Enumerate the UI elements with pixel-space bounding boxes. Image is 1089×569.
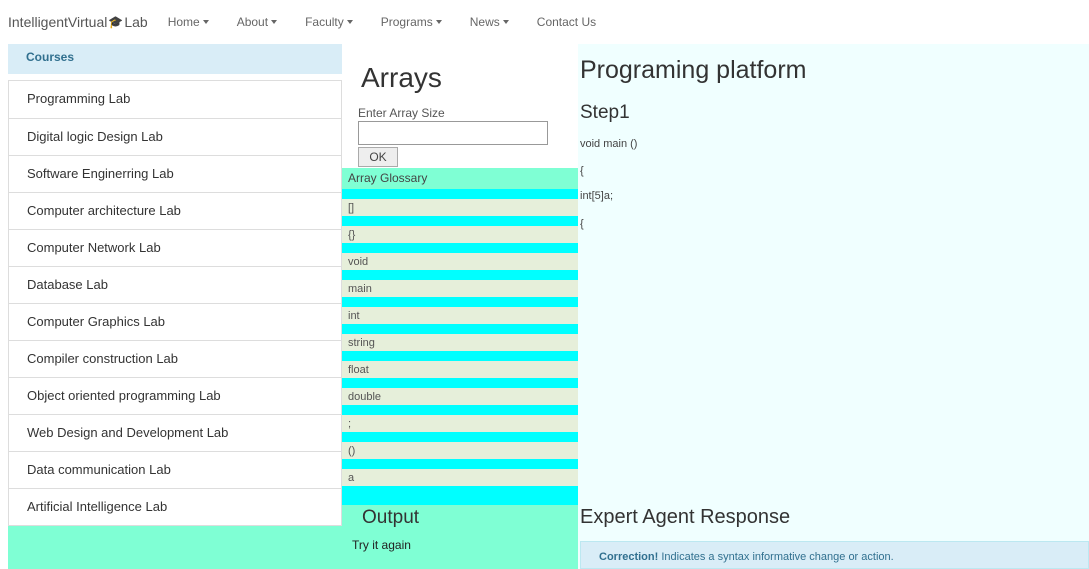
navbar: IntelligentVirtual 🎓 Lab Home About Facu… (0, 0, 1089, 44)
courses-heading: Courses (8, 44, 342, 74)
courses-list: Programming Lab Digital logic Design Lab… (8, 80, 342, 526)
array-size-label: Enter Array Size (358, 106, 445, 120)
output-text: Try it again (352, 538, 411, 552)
sidebar-item-digital-logic-lab[interactable]: Digital logic Design Lab (9, 118, 341, 155)
glossary-title: Array Glossary (342, 168, 578, 189)
glossary-item-void[interactable]: void (342, 253, 578, 270)
nav-programs[interactable]: Programs (381, 15, 442, 29)
sidebar-item-oop-lab[interactable]: Object oriented programming Lab (9, 377, 341, 414)
sidebar-item-ai-lab[interactable]: Artificial Intelligence Lab (9, 488, 341, 525)
nav-news[interactable]: News (470, 15, 509, 29)
sidebar-footer-panel (8, 520, 342, 569)
glossary-item-a[interactable]: a (342, 469, 578, 486)
correction-alert: Correction! Indicates a syntax informati… (580, 541, 1089, 569)
sidebar-item-software-engineering-lab[interactable]: Software Enginerring Lab (9, 155, 341, 192)
sidebar-item-programming-lab[interactable]: Programming Lab (9, 81, 341, 118)
array-size-input[interactable] (358, 121, 548, 145)
programming-platform: Programing platform Step1 void main () {… (578, 44, 1089, 569)
caret-down-icon (271, 20, 278, 24)
glossary-item-double[interactable]: double (342, 388, 578, 405)
glossary-item-int[interactable]: int (342, 307, 578, 324)
glossary-item-semicolon[interactable]: ; (342, 415, 578, 432)
glossary-item-string[interactable]: string (342, 334, 578, 351)
glossary-item-main[interactable]: main (342, 280, 578, 297)
sidebar-item-compiler-construction-lab[interactable]: Compiler construction Lab (9, 340, 341, 377)
nav-programs-label: Programs (380, 15, 433, 29)
glossary-item-braces[interactable]: {} (342, 226, 578, 243)
output-panel: Output Try it again (342, 505, 578, 569)
sidebar-item-computer-graphics-lab[interactable]: Computer Graphics Lab (9, 303, 341, 340)
brand-text-left: IntelligentVirtual (8, 14, 108, 30)
platform-title: Programing platform (580, 56, 807, 84)
sidebar-item-computer-network-lab[interactable]: Computer Network Lab (9, 229, 341, 266)
ok-button[interactable]: OK (358, 147, 398, 167)
nav-menu: Home About Faculty Programs News Contact… (168, 15, 624, 29)
caret-down-icon (435, 20, 442, 24)
array-glossary: Array Glossary [] {} void main int strin… (342, 168, 578, 505)
glossary-item-parentheses[interactable]: () (342, 442, 578, 459)
nav-home-label: Home (167, 15, 200, 29)
sidebar-item-computer-architecture-lab[interactable]: Computer architecture Lab (9, 192, 341, 229)
caret-down-icon (202, 20, 209, 24)
brand-text-right: Lab (124, 14, 148, 30)
step-title: Step1 (580, 102, 630, 123)
nav-about-label: About (236, 15, 269, 29)
nav-home[interactable]: Home (168, 15, 209, 29)
glossary-item-brackets[interactable]: [] (342, 199, 578, 216)
output-title: Output (362, 507, 420, 528)
sidebar-item-web-design-lab[interactable]: Web Design and Development Lab (9, 414, 341, 451)
nav-contact-us-label: Contact Us (536, 15, 597, 29)
sidebar-item-database-lab[interactable]: Database Lab (9, 266, 341, 303)
expert-response-title: Expert Agent Response (580, 506, 791, 528)
graduation-cap-icon: 🎓 (108, 15, 124, 29)
nav-contact-us[interactable]: Contact Us (537, 15, 596, 29)
nav-faculty-label: Faculty (305, 15, 344, 29)
nav-about[interactable]: About (236, 15, 278, 29)
caret-down-icon (346, 20, 353, 24)
nav-news-label: News (469, 15, 500, 29)
nav-faculty[interactable]: Faculty (305, 15, 353, 29)
code-line: { (580, 218, 584, 230)
code-line: void main () (580, 138, 638, 150)
alert-strong: Correction! (599, 551, 659, 563)
code-line: { (580, 165, 584, 177)
caret-down-icon (502, 20, 509, 24)
brand-logo[interactable]: IntelligentVirtual 🎓 Lab (8, 14, 148, 30)
sidebar-item-data-communication-lab[interactable]: Data communication Lab (9, 451, 341, 488)
courses-sidebar: Courses Programming Lab Digital logic De… (8, 44, 342, 526)
code-line: int[5]a; (580, 190, 614, 202)
arrays-title: Arrays (361, 62, 442, 93)
glossary-item-float[interactable]: float (342, 361, 578, 378)
alert-text: Indicates a syntax informative change or… (658, 551, 894, 563)
